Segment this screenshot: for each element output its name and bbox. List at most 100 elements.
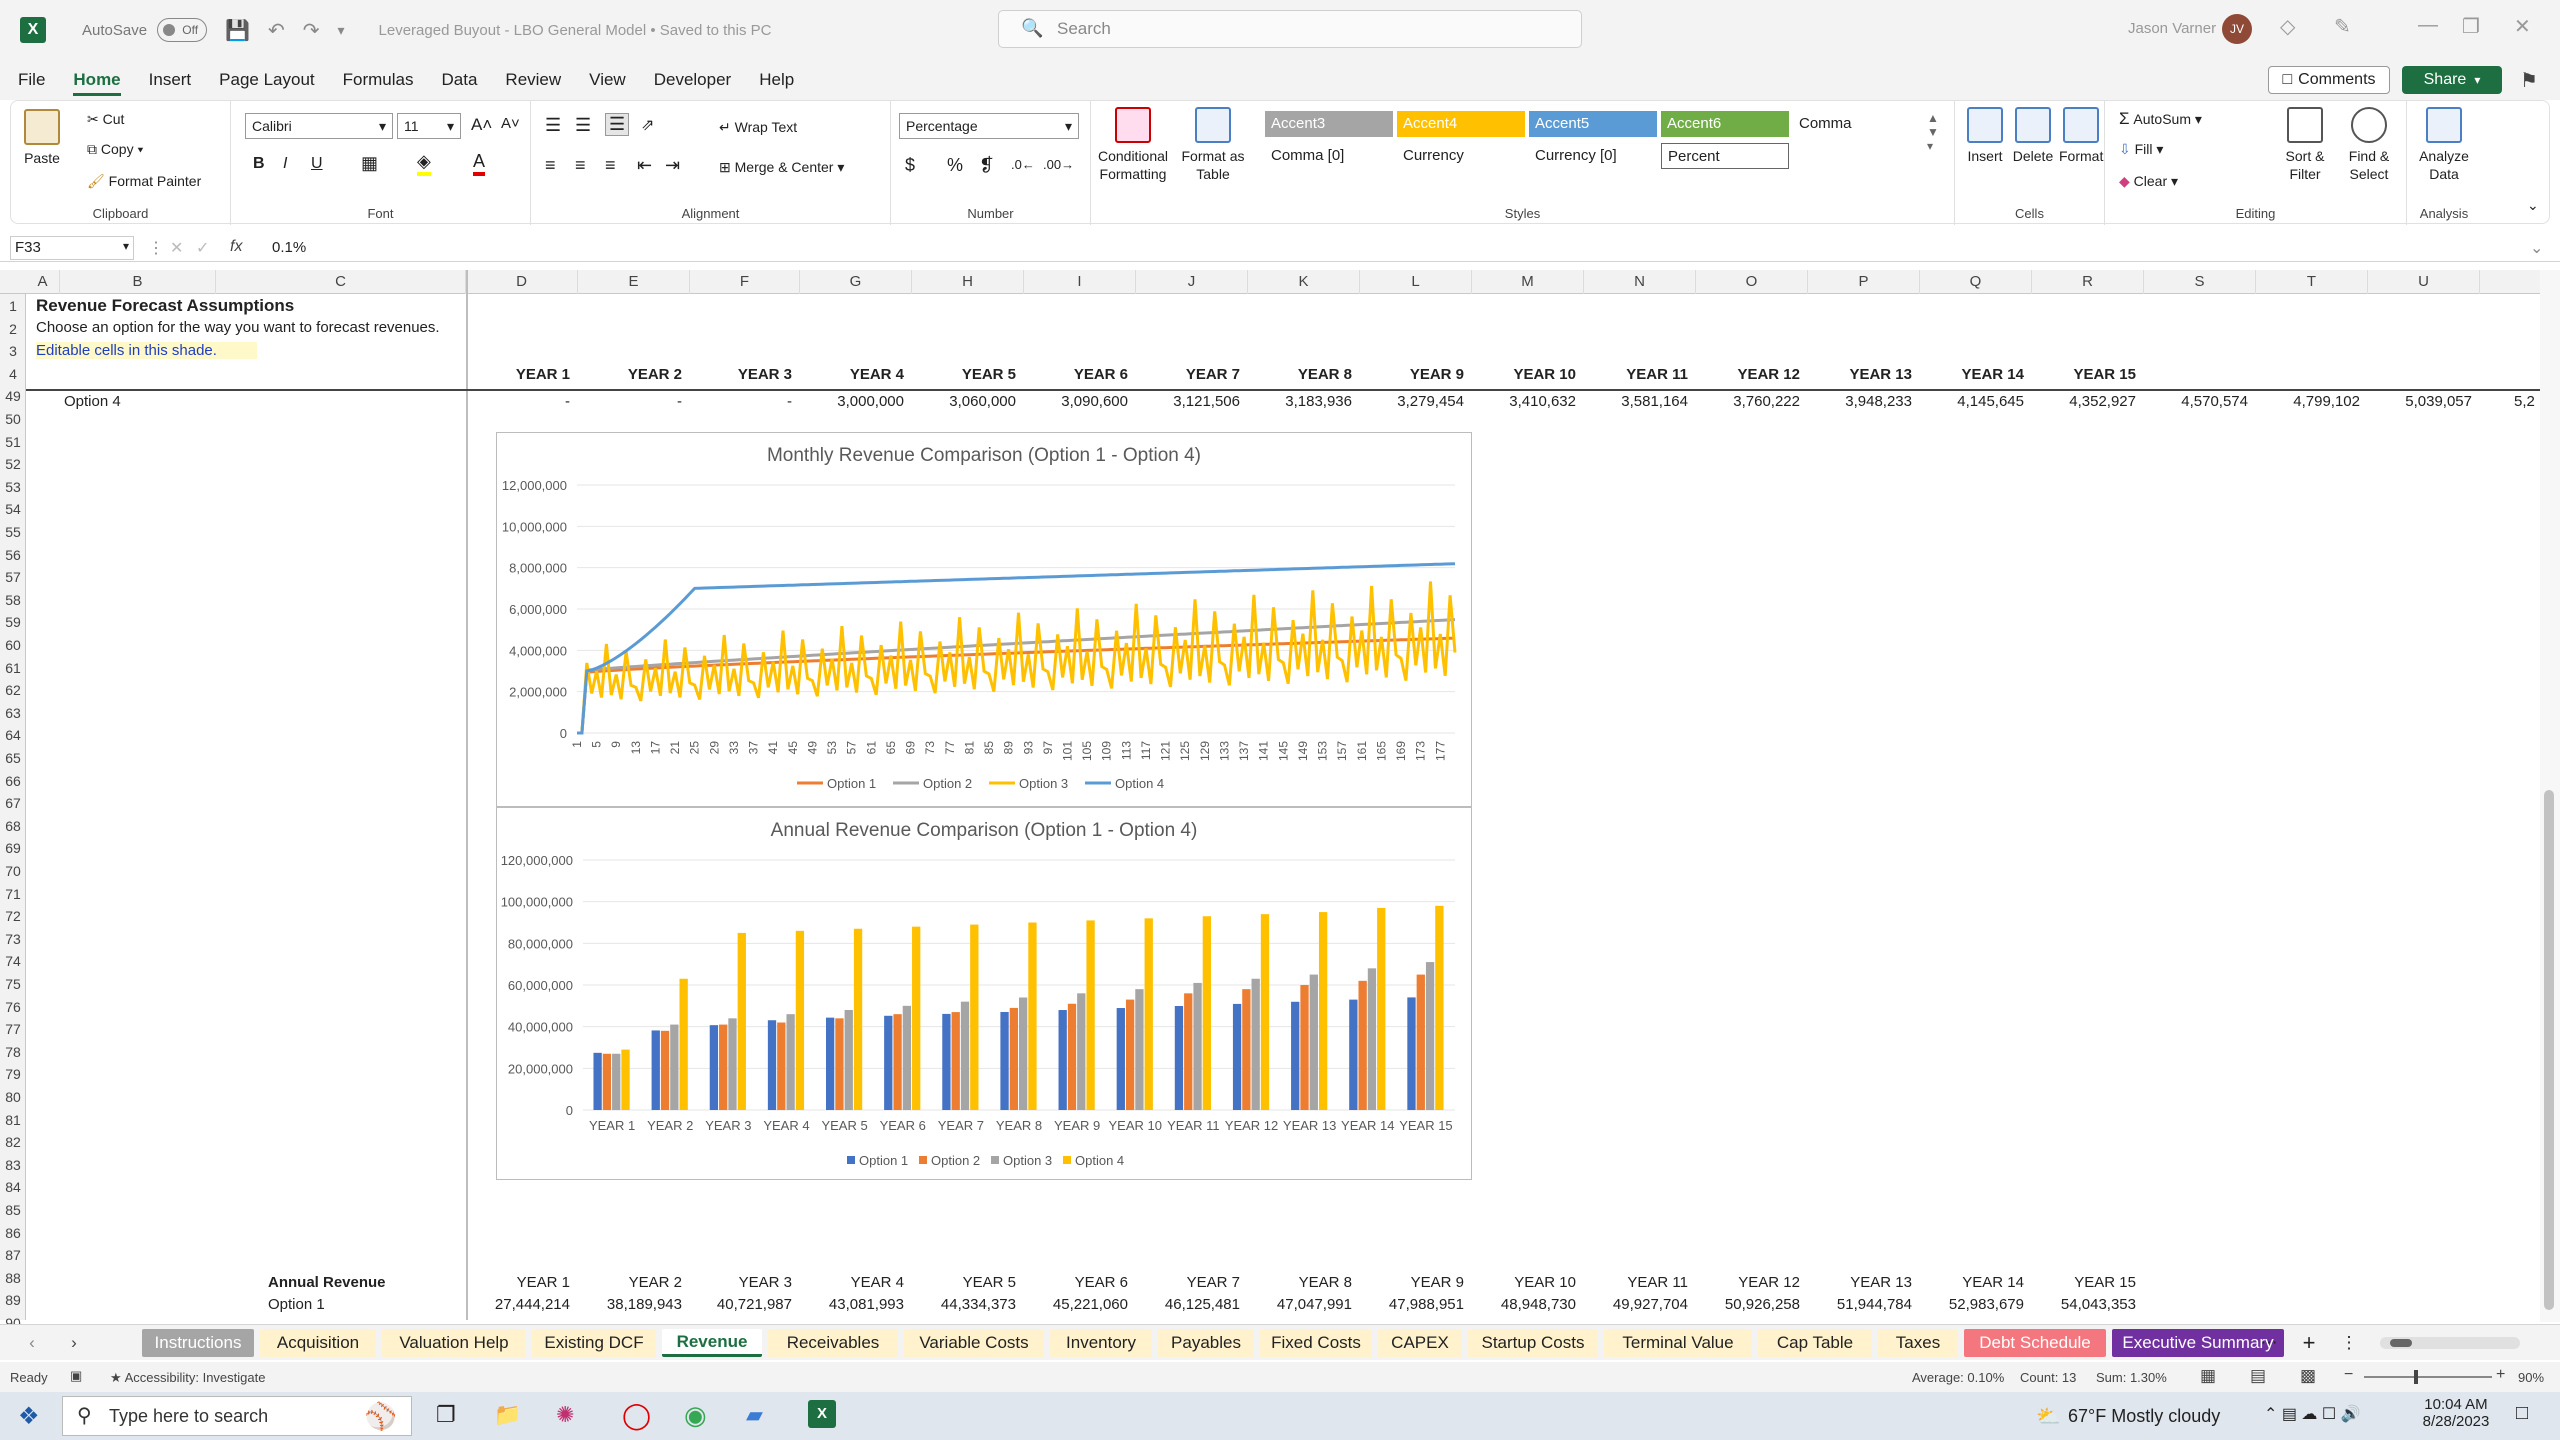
paste-button[interactable]: Paste bbox=[19, 109, 65, 167]
row-header[interactable]: 56 bbox=[0, 547, 26, 563]
column-header[interactable]: O bbox=[1696, 270, 1808, 294]
row-header[interactable]: 86 bbox=[0, 1225, 26, 1241]
row-header[interactable]: 55 bbox=[0, 524, 26, 540]
bar-option-3[interactable] bbox=[1309, 974, 1318, 1110]
row-header[interactable]: 75 bbox=[0, 976, 26, 992]
tab-startup-costs[interactable]: Startup Costs bbox=[1468, 1329, 1598, 1357]
bar-option-4[interactable] bbox=[795, 930, 805, 1110]
opera-browser-icon[interactable]: ◯ bbox=[622, 1400, 651, 1431]
cell-style-currency-0[interactable]: Currency [0] bbox=[1529, 143, 1657, 169]
option4-value-cell[interactable]: 3,060,000 bbox=[912, 393, 1016, 410]
row-header[interactable]: 70 bbox=[0, 863, 26, 879]
option1-annual-cell[interactable]: 52,983,679 bbox=[1920, 1296, 2024, 1313]
align-left-icon[interactable]: ≡ bbox=[545, 155, 556, 176]
row-header[interactable]: 89 bbox=[0, 1292, 26, 1308]
bar-option-1[interactable] bbox=[651, 1030, 660, 1110]
row-header[interactable]: 59 bbox=[0, 614, 26, 630]
tab-debt-schedule[interactable]: Debt Schedule bbox=[1964, 1329, 2106, 1357]
column-header[interactable]: D bbox=[466, 270, 578, 294]
bar-option-4[interactable] bbox=[853, 928, 863, 1110]
scroll-thumb[interactable] bbox=[2544, 790, 2554, 1310]
annual-revenue-chart[interactable]: Annual Revenue Comparison (Option 1 - Op… bbox=[496, 807, 1472, 1180]
menu-data[interactable]: Data bbox=[442, 64, 478, 96]
cell-style-accent6[interactable]: Accent6 bbox=[1661, 111, 1789, 137]
option1-annual-cell[interactable]: 46,125,481 bbox=[1136, 1296, 1240, 1313]
bar-option-4[interactable] bbox=[1028, 922, 1037, 1111]
sort-filter-button[interactable]: Sort & Filter bbox=[2277, 107, 2333, 183]
accessibility-status[interactable]: ★ Accessibility: Investigate bbox=[110, 1370, 265, 1386]
row-header[interactable]: 87 bbox=[0, 1247, 26, 1263]
bar-option-3[interactable] bbox=[902, 1005, 912, 1110]
bold-icon[interactable]: B bbox=[253, 155, 265, 173]
option1-label[interactable]: Option 1 bbox=[268, 1296, 325, 1313]
bar-option-3[interactable] bbox=[1135, 989, 1144, 1110]
bar-option-3[interactable] bbox=[728, 1018, 737, 1110]
align-bottom-icon[interactable]: ☰ bbox=[605, 113, 630, 136]
menu-developer[interactable]: Developer bbox=[654, 64, 732, 96]
bar-option-1[interactable] bbox=[825, 1017, 835, 1110]
menu-formulas[interactable]: Formulas bbox=[343, 64, 414, 96]
tab-acquisition[interactable]: Acquisition bbox=[260, 1329, 376, 1357]
file-explorer-icon[interactable]: 📁 bbox=[494, 1402, 521, 1428]
weather-icon[interactable]: ⛅ bbox=[2036, 1404, 2061, 1429]
column-header[interactable]: N bbox=[1584, 270, 1696, 294]
annual-year-cell[interactable]: YEAR 1 bbox=[466, 1274, 570, 1291]
option4-value-cell[interactable]: 3,121,506 bbox=[1136, 393, 1240, 410]
decrease-font-icon[interactable]: A˅ bbox=[501, 115, 520, 132]
undo-icon[interactable]: ↶ bbox=[268, 18, 285, 43]
year-header-cell[interactable]: YEAR 3 bbox=[690, 366, 792, 383]
status-average[interactable]: Average: 0.10% bbox=[1912, 1370, 2004, 1385]
row-header[interactable]: 66 bbox=[0, 773, 26, 789]
tab-inventory[interactable]: Inventory bbox=[1050, 1329, 1152, 1357]
zoom-in-icon[interactable]: + bbox=[2496, 1366, 2505, 1384]
decrease-indent-icon[interactable]: ⇤ bbox=[637, 155, 652, 176]
bar-option-4[interactable] bbox=[1144, 918, 1153, 1110]
cell-style-accent5[interactable]: Accent5 bbox=[1529, 111, 1657, 137]
bar-option-2[interactable] bbox=[1184, 993, 1193, 1110]
comments-button[interactable]: □ Comments bbox=[2268, 66, 2390, 94]
bar-option-3[interactable] bbox=[844, 1010, 853, 1110]
year-header-cell[interactable]: YEAR 14 bbox=[1920, 366, 2024, 383]
annual-year-cell[interactable]: YEAR 9 bbox=[1360, 1274, 1464, 1291]
column-header[interactable]: P bbox=[1808, 270, 1920, 294]
option1-annual-cell[interactable]: 47,047,991 bbox=[1248, 1296, 1352, 1313]
taskbar-search-input[interactable]: ⚲ Type here to search ⚾ bbox=[62, 1396, 412, 1436]
share-button[interactable]: Share ▾ bbox=[2402, 66, 2502, 94]
number-format-select[interactable]: Percentage ▾ bbox=[899, 113, 1079, 139]
windows-start-icon[interactable]: ❖ bbox=[18, 1402, 40, 1431]
bar-option-4[interactable] bbox=[912, 926, 921, 1110]
bar-option-2[interactable] bbox=[951, 1012, 960, 1110]
redo-icon[interactable]: ↷ bbox=[303, 18, 320, 43]
diamond-icon[interactable]: ◇ bbox=[2280, 14, 2295, 39]
bar-option-2[interactable] bbox=[1242, 989, 1251, 1110]
borders-icon[interactable]: ▦ bbox=[361, 153, 378, 174]
row-header[interactable]: 85 bbox=[0, 1202, 26, 1218]
format-as-table-button[interactable]: Format as Table bbox=[1177, 107, 1249, 183]
row-header[interactable]: 51 bbox=[0, 434, 26, 450]
editable-note[interactable]: Editable cells in this shade. bbox=[36, 342, 257, 359]
row-header[interactable]: 80 bbox=[0, 1089, 26, 1105]
avatar[interactable]: JV bbox=[2222, 14, 2252, 44]
option1-annual-cell[interactable]: 49,927,704 bbox=[1584, 1296, 1688, 1313]
column-header[interactable]: I bbox=[1024, 270, 1136, 294]
currency-icon[interactable]: $ bbox=[905, 155, 915, 176]
bar-option-3[interactable] bbox=[786, 1014, 795, 1110]
menu-file[interactable]: File bbox=[18, 64, 45, 96]
zoom-out-icon[interactable]: − bbox=[2344, 1366, 2353, 1384]
bar-option-3[interactable] bbox=[670, 1024, 679, 1110]
year-header-cell[interactable]: YEAR 11 bbox=[1584, 366, 1688, 383]
year-header-cell[interactable]: YEAR 12 bbox=[1696, 366, 1800, 383]
bar-option-4[interactable] bbox=[1202, 916, 1212, 1110]
normal-view-icon[interactable]: ▦ bbox=[2200, 1366, 2216, 1386]
row-header[interactable]: 68 bbox=[0, 818, 26, 834]
row-header[interactable]: 77 bbox=[0, 1021, 26, 1037]
annual-revenue-label[interactable]: Annual Revenue bbox=[268, 1274, 386, 1291]
conditional-formatting-button[interactable]: Conditional Formatting bbox=[1097, 107, 1169, 183]
cell-style-accent4[interactable]: Accent4 bbox=[1397, 111, 1525, 137]
delete-cells-button[interactable]: Delete bbox=[2011, 107, 2055, 165]
year-header-cell[interactable]: YEAR 7 bbox=[1136, 366, 1240, 383]
column-header[interactable]: U bbox=[2368, 270, 2480, 294]
column-header[interactable]: L bbox=[1360, 270, 1472, 294]
cell-style-currency[interactable]: Currency bbox=[1397, 143, 1525, 169]
row-header[interactable]: 52 bbox=[0, 456, 26, 472]
